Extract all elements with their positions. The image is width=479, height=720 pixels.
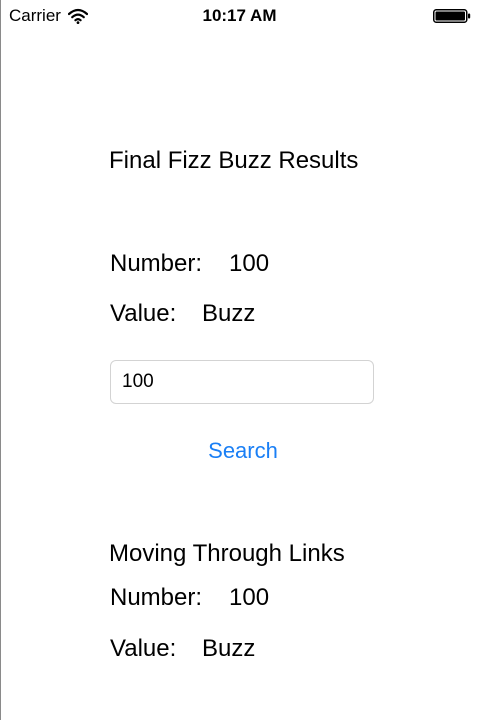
status-bar: Carrier 10:17 AM [0,0,479,32]
final-results-title: Final Fizz Buzz Results [109,147,359,174]
number-input[interactable] [110,360,374,404]
links-number-label: Number: [110,584,203,611]
links-value-value: Buzz [202,635,256,662]
links-number-value: 100 [229,584,270,611]
search-button[interactable]: Search [110,434,376,468]
status-time: 10:17 AM [202,6,277,25]
final-value-value: Buzz [202,300,256,327]
final-number-value: 100 [229,250,270,277]
final-number-label: Number: [110,250,203,277]
window-edge [0,0,1,720]
links-value-label: Value: [110,635,177,662]
battery-icon [433,9,471,23]
links-section-title: Moving Through Links [109,540,345,567]
final-value-label: Value: [110,300,177,327]
